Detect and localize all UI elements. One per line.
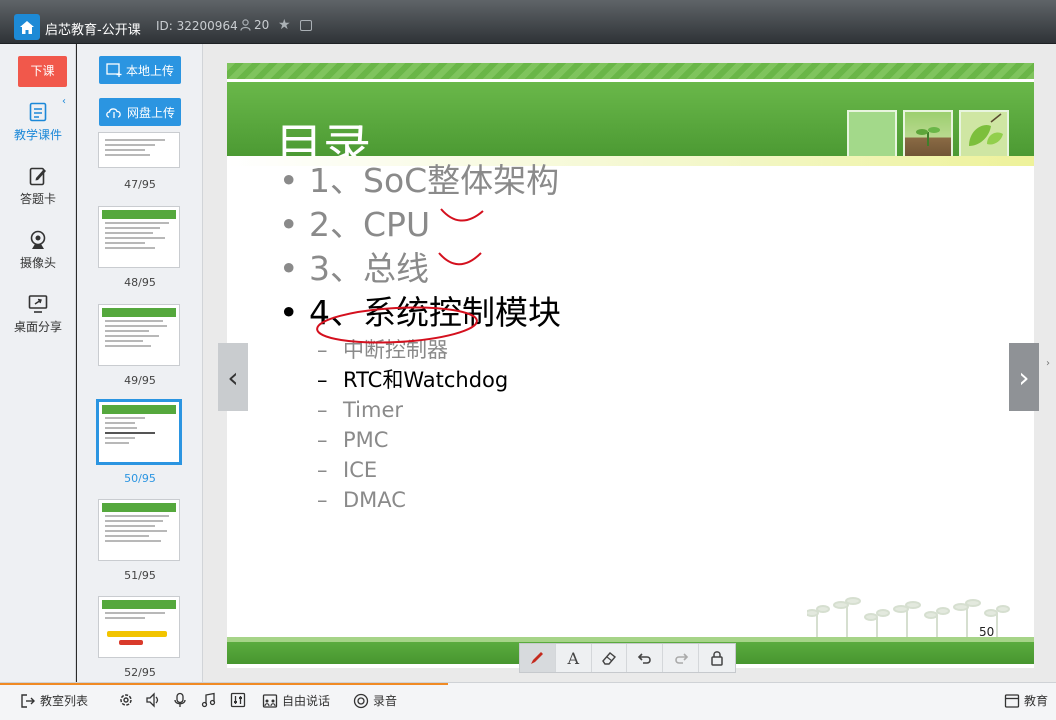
slide: 目录 • 1、SoC整体架构 • 2、CPU • 3、总线 • 4、系统控制模块 – 中断… xyxy=(227,63,1034,668)
free-talk-button[interactable]: 自由说话 xyxy=(262,692,330,709)
record-label: 录音 xyxy=(373,694,398,708)
prev-slide-button[interactable]: ‹ xyxy=(218,343,248,411)
undo-icon xyxy=(637,653,651,664)
bottom-bar: 教室列表 自由说话 录音 教育 xyxy=(0,682,1056,720)
upload-local-button[interactable]: 本地上传 xyxy=(99,56,181,84)
title-bar: 启芯教育-公开课 ID: 32200964 20 ★ xyxy=(0,0,1056,44)
thumbnail-slide-49[interactable] xyxy=(98,304,180,366)
tool-courseware-label: 教学课件 xyxy=(13,128,62,142)
classroom-list-button[interactable]: 教室列表 xyxy=(20,692,88,709)
left-toolbar: 下课 ‹ 教学课件 答题卡 摄像头 桌面分享 xyxy=(0,44,76,682)
lock-icon xyxy=(711,651,723,666)
pen-tool[interactable] xyxy=(520,644,556,672)
annotation-check-2 xyxy=(438,252,482,266)
share-icon[interactable] xyxy=(300,20,312,31)
mixer-icon[interactable] xyxy=(230,692,246,708)
education-label: 教育 xyxy=(1024,694,1049,708)
exit-icon xyxy=(21,693,35,708)
redo-icon xyxy=(674,653,688,664)
undo-tool[interactable] xyxy=(627,644,664,672)
thumbnail-slide-51[interactable] xyxy=(98,499,180,561)
expand-right-icon[interactable]: › xyxy=(1046,358,1050,369)
chevron-right-icon: › xyxy=(1018,360,1030,394)
progress-indicator xyxy=(0,683,448,685)
tool-answer-card[interactable]: 答题卡 xyxy=(0,166,76,207)
person-icon xyxy=(240,19,251,31)
thumbnail-page-49: 49/95 xyxy=(124,374,156,387)
music-icon[interactable] xyxy=(200,692,216,708)
speaker-icon[interactable] xyxy=(145,692,161,708)
slide-stage: 目录 • 1、SoC整体架构 • 2、CPU • 3、总线 • 4、系统控制模块 – 中断… xyxy=(203,44,1056,682)
pen-icon xyxy=(531,652,544,664)
upload-cloud-label: 网盘上传 xyxy=(126,105,175,120)
courseware-icon xyxy=(29,102,47,122)
upload-local-icon xyxy=(106,63,122,77)
classroom-list-label: 教室列表 xyxy=(40,694,89,708)
star-icon[interactable]: ★ xyxy=(278,17,291,33)
microphone-icon[interactable] xyxy=(172,692,188,708)
tool-answer-card-label: 答题卡 xyxy=(19,192,56,206)
thumbnail-slide-47[interactable] xyxy=(98,132,180,168)
end-class-button[interactable]: 下课 xyxy=(18,56,67,87)
free-talk-icon xyxy=(262,693,278,708)
participant-count-value: 20 xyxy=(254,18,270,32)
tool-desktop-share[interactable]: 桌面分享 xyxy=(0,294,76,335)
free-talk-label: 自由说话 xyxy=(282,694,331,708)
record-button[interactable]: 录音 xyxy=(353,692,397,709)
cloud-upload-icon xyxy=(106,108,121,118)
tool-camera[interactable]: 摄像头 xyxy=(0,230,76,271)
home-icon[interactable] xyxy=(14,14,40,40)
answer-card-icon xyxy=(29,167,46,186)
thumbnail-slide-50[interactable] xyxy=(96,399,182,465)
thumbnail-page-48: 48/95 xyxy=(124,276,156,289)
redo-tool[interactable] xyxy=(663,644,700,672)
eraser-icon xyxy=(602,652,617,665)
thumbnail-slide-52[interactable] xyxy=(98,596,180,658)
thumbnail-page-51: 51/95 xyxy=(124,569,156,582)
upload-cloud-button[interactable]: 网盘上传 xyxy=(99,98,181,126)
annotation-circle xyxy=(316,306,478,344)
desktop-share-icon xyxy=(28,295,48,313)
settings-icon[interactable] xyxy=(118,692,134,708)
tool-camera-label: 摄像头 xyxy=(19,256,56,270)
thumbnail-page-50: 50/95 xyxy=(124,472,156,485)
window-icon xyxy=(1004,693,1020,708)
chevron-left-icon: ‹ xyxy=(227,360,239,394)
participant-count: 20 xyxy=(240,18,269,32)
next-slide-button[interactable]: › xyxy=(1009,343,1039,411)
room-id: ID: 32200964 xyxy=(156,19,238,33)
eraser-tool[interactable] xyxy=(592,644,628,672)
window-title: 启芯教育-公开课 xyxy=(45,23,141,38)
annotation-layer xyxy=(316,208,484,344)
thumbnail-page-52: 52/95 xyxy=(124,666,156,679)
thumbnail-slide-48[interactable] xyxy=(98,206,180,268)
annotation-check-1 xyxy=(440,208,484,222)
camera-icon xyxy=(30,230,46,249)
upload-local-label: 本地上传 xyxy=(125,63,174,78)
text-tool[interactable]: A xyxy=(556,644,592,672)
lock-tool[interactable] xyxy=(699,644,735,672)
text-icon: A xyxy=(567,648,580,668)
thumbnail-page-47: 47/95 xyxy=(124,178,156,191)
record-icon xyxy=(353,693,369,708)
drawing-toolbar: A xyxy=(519,643,736,673)
education-button[interactable]: 教育 xyxy=(1004,692,1048,709)
tool-courseware[interactable]: 教学课件 xyxy=(0,102,76,143)
thumbnail-panel: 本地上传 网盘上传 47/95 48/95 49/95 50/95 51/95 … xyxy=(77,44,203,682)
tool-desktop-share-label: 桌面分享 xyxy=(13,320,62,334)
